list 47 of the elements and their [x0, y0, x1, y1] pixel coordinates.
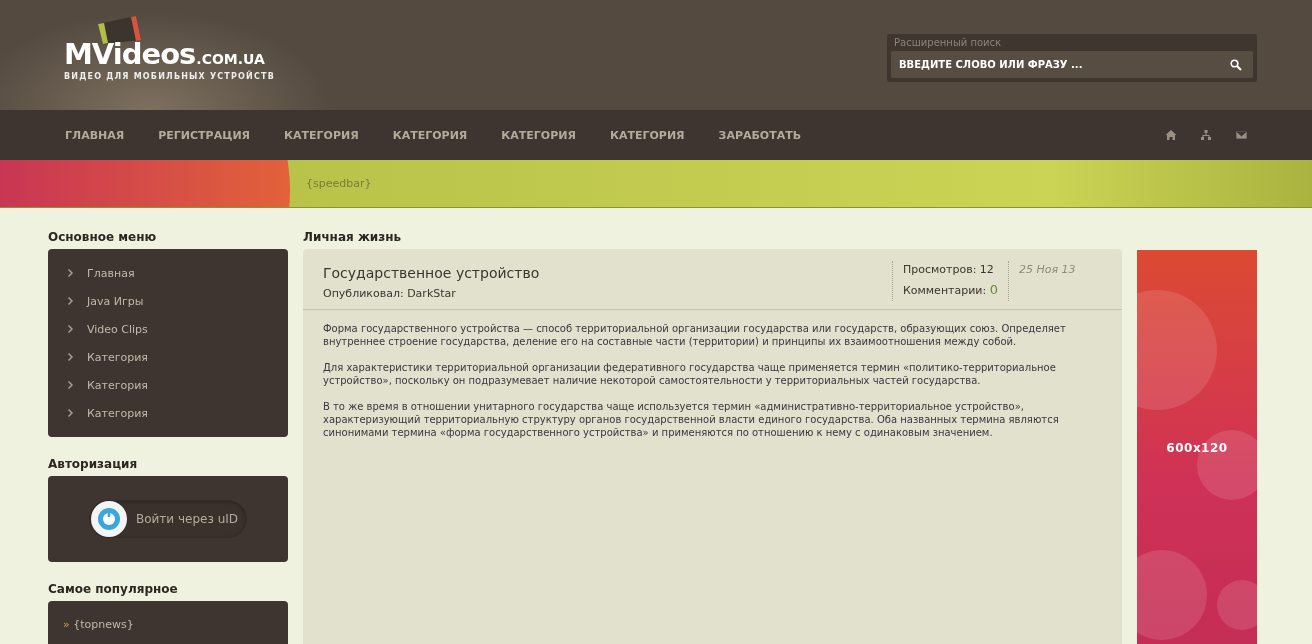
- block-title: Основное меню: [48, 230, 158, 244]
- popular-item[interactable]: » {topnews}: [63, 617, 134, 631]
- banner-size-label: 600x120: [1166, 441, 1228, 455]
- nav-link[interactable]: ГЛАВНАЯ: [65, 128, 125, 142]
- block-title: Самое популярное: [48, 582, 179, 596]
- nav-link[interactable]: КАТЕГОРИЯ: [392, 128, 468, 142]
- nav-link[interactable]: КАТЕГОРИЯ: [501, 128, 576, 142]
- nav-link[interactable]: ЗАРАБОТАТЬ: [718, 128, 802, 142]
- article-title[interactable]: Государственное устройство: [323, 265, 892, 281]
- block-title: Авторизация: [48, 457, 139, 471]
- search-label: Расширенный поиск: [894, 37, 1003, 48]
- article-paragraph: В то же время в отношении унитарного государства чаще используется термин «административно-территориальное устройство», характеризующий территориальную структуру органов государственной власти единого государства. Оба названных термина являются синонимами термина «форма государственного устройства» и применяются по отношению к нему с одинаковым значением.: [323, 400, 1060, 439]
- logo-tagline: ВИДЕО ДЛЯ МОБИЛЬНЫХ УСТРОЙСТВ: [64, 72, 275, 81]
- section-title: Личная жизнь: [303, 230, 403, 244]
- home-icon[interactable]: [1165, 129, 1177, 141]
- chevron-icon: [68, 269, 73, 277]
- menu-item[interactable]: Категория: [68, 371, 288, 399]
- chevron-icon: [68, 353, 73, 361]
- logo-name: MVideos: [64, 40, 196, 69]
- article-paragraph: Для характеристики территориальной организации федеративного государства чаще применяется термин «политико-территориальное устройство», поскольку он подразумевает наличие некоторой самостоятельности у территориальных частей государства.: [323, 361, 1057, 387]
- sitemap-icon[interactable]: [1200, 129, 1212, 141]
- menu-item[interactable]: Video Clips: [68, 315, 288, 343]
- comments-count: Комментарии: 0: [903, 282, 998, 297]
- chevron-icon: [68, 297, 73, 305]
- nav-link[interactable]: КАТЕГОРИЯ: [284, 128, 359, 142]
- mail-icon[interactable]: [1235, 129, 1248, 141]
- chevron-icon: [68, 381, 73, 389]
- chevron-icon: [68, 325, 73, 333]
- logo-domain: .COM.UA: [196, 51, 265, 67]
- menu-item[interactable]: Главная: [68, 259, 288, 287]
- menu-item[interactable]: Java Игры: [68, 287, 288, 315]
- views-count: Просмотров: 12: [903, 263, 995, 276]
- nav-link[interactable]: КАТЕГОРИЯ: [609, 128, 685, 142]
- article-author: Опубликовал: DarkStar: [323, 287, 457, 300]
- search-field[interactable]: ВВЕДИТЕ СЛОВО ИЛИ ФРАЗУ ...: [891, 51, 1253, 78]
- article-paragraph: Форма государственного устройства — способ территориальной организации государства или государств, образующих союз. Определяет внутреннее строение государства, деление его на составные части (территории) и принципы их взаимоотношения между собой.: [323, 322, 1067, 348]
- power-icon: [90, 500, 128, 538]
- chevron-icon: [68, 409, 73, 417]
- menu-item[interactable]: Категория: [68, 399, 288, 427]
- nav-link[interactable]: РЕГИСТРАЦИЯ: [158, 128, 251, 142]
- bokeh-circle: [1217, 580, 1257, 630]
- menu-item[interactable]: Категория: [68, 343, 288, 371]
- uid-login-button[interactable]: Войти через uID: [89, 500, 247, 538]
- article-date: 25 Ноя 13: [1018, 262, 1077, 278]
- search-icon[interactable]: [1230, 59, 1242, 71]
- speedbar-text: {speedbar}: [306, 177, 372, 190]
- ad-banner[interactable]: 600x120: [1137, 250, 1257, 644]
